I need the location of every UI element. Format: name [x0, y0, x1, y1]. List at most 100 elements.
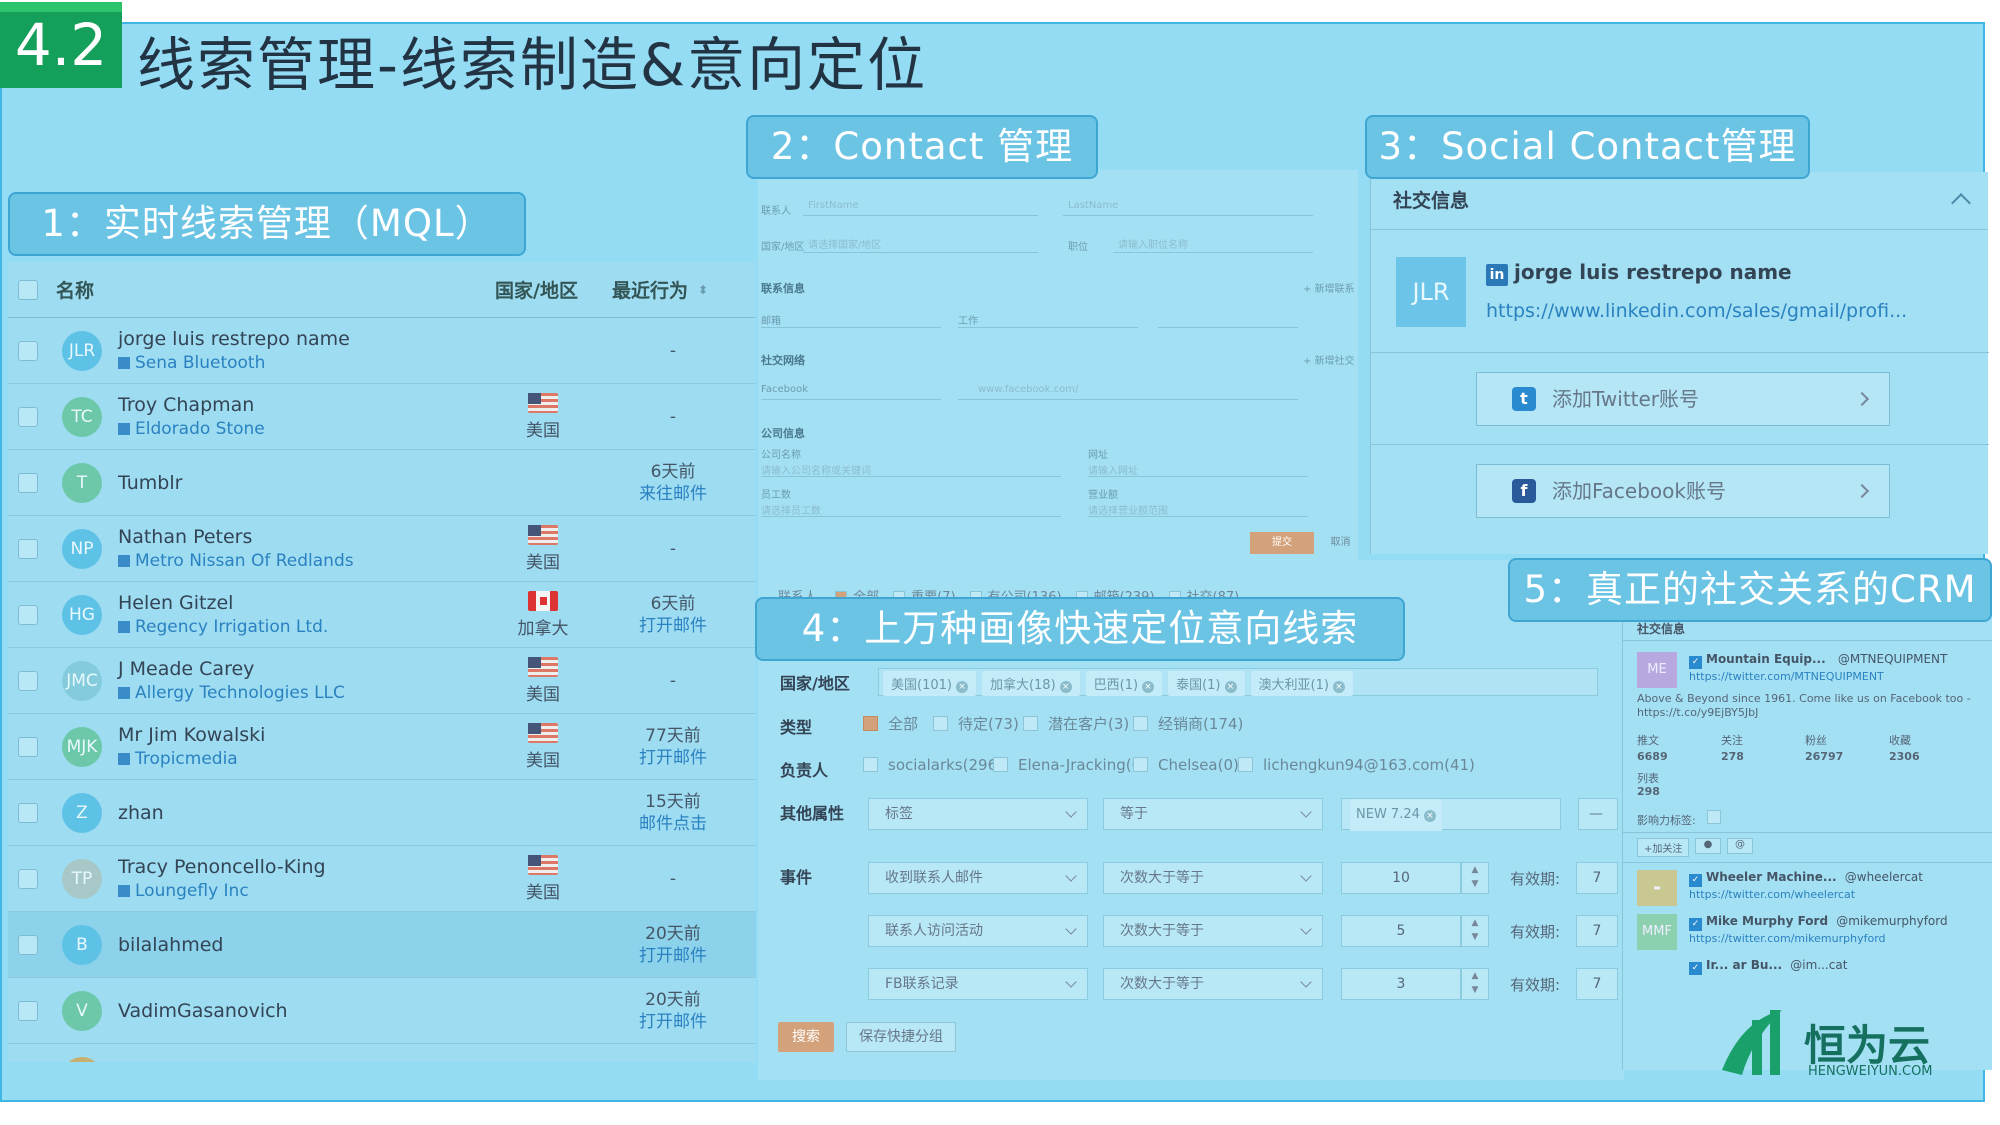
stepper-icon[interactable]: ▲ ▼	[1461, 915, 1489, 947]
event-type-select[interactable]: 收到联系人邮件	[868, 862, 1088, 894]
attr-field-select[interactable]: 标签	[868, 798, 1088, 830]
row-checkbox[interactable]	[18, 340, 38, 361]
valid-days-input[interactable]: 7	[1576, 862, 1618, 894]
row-checkbox[interactable]	[18, 868, 38, 889]
crm-account-3-url[interactable]: https://twitter.com/mikemurphyford	[1689, 932, 1886, 945]
save-group-button[interactable]: 保存快捷分组	[846, 1022, 956, 1052]
work-type-select[interactable]: 工作	[958, 312, 978, 327]
email-type-select[interactable]: 邮箱	[761, 312, 781, 327]
add-facebook-button[interactable]: f 添加Facebook账号	[1476, 464, 1890, 518]
follow-button[interactable]: +加关注	[1637, 838, 1690, 857]
table-row[interactable]: JMC J Meade Carey Allergy Technologies LL…	[8, 648, 756, 714]
action-type[interactable]: 打开邮件	[618, 945, 728, 967]
region-chip[interactable]: 巴西(1) ×	[1085, 671, 1163, 696]
row-checkbox[interactable]	[18, 670, 38, 691]
lead-name[interactable]: J Meade Carey	[118, 658, 345, 680]
collapse-icon[interactable]	[1951, 193, 1971, 213]
action-type[interactable]: 邮件点击	[618, 813, 728, 835]
table-row[interactable]: V VadimGasanovich 20天前 打开邮件	[8, 978, 756, 1044]
crm-account-2-url[interactable]: https://twitter.com/wheelercat	[1689, 888, 1855, 901]
add-social-button[interactable]: + 新增社交	[1303, 352, 1355, 367]
lead-name[interactable]: Tumblr	[118, 472, 182, 494]
remove-chip-icon[interactable]: ×	[1224, 681, 1237, 693]
add-contact-info-button[interactable]: + 新增联系	[1303, 280, 1355, 295]
search-button[interactable]: 搜索	[778, 1022, 834, 1052]
type-option[interactable]: 潜在客户(3)	[1023, 713, 1129, 734]
job-field[interactable]: 请输入职位名称	[1118, 236, 1188, 251]
lead-company[interactable]: Loungefly Inc	[118, 881, 326, 901]
owner-option[interactable]: Elena-Jracking(0)	[993, 756, 1147, 774]
action-type[interactable]: -	[618, 340, 728, 362]
row-checkbox[interactable]	[18, 1000, 38, 1021]
event-count-input[interactable]: 10	[1341, 862, 1461, 894]
row-checkbox[interactable]	[18, 406, 38, 427]
action-type[interactable]: -	[618, 406, 728, 428]
row-checkbox[interactable]	[18, 538, 38, 559]
mention-icon[interactable]: @	[1727, 838, 1753, 854]
sort-icon[interactable]: ⬍	[698, 283, 708, 297]
lead-company[interactable]: Regency Irrigation Ltd.	[118, 617, 328, 637]
lead-name[interactable]: Tracy Penoncello-King	[118, 856, 326, 878]
lead-name[interactable]: zhan	[118, 802, 164, 824]
table-row[interactable]: B bilalahmed 20天前 打开邮件	[8, 912, 756, 978]
submit-button[interactable]: 提交	[1250, 532, 1314, 554]
lead-name[interactable]: jorge luis restrepo name	[118, 328, 350, 350]
region-chip[interactable]: 澳大利亚(1) ×	[1250, 671, 1353, 696]
table-row[interactable]: TP Tracy Penoncello-King Loungefly Inc 美国 -	[8, 846, 756, 912]
action-type[interactable]: 打开邮件	[618, 747, 728, 769]
type-option[interactable]: 经销商(174)	[1133, 713, 1243, 734]
staff-select[interactable]: 请选择员工数	[761, 502, 821, 517]
row-checkbox[interactable]	[18, 934, 38, 955]
lead-company[interactable]: Metro Nissan Of Redlands	[118, 551, 354, 571]
table-row[interactable]: NP Nathan Peters Metro Nissan Of Redlands…	[8, 516, 756, 582]
linkedin-url-link[interactable]: https://www.linkedin.com/sales/gmail/pro…	[1486, 300, 1907, 322]
table-row[interactable]: Z zhan 15天前 邮件点击	[8, 780, 756, 846]
row-checkbox[interactable]	[18, 472, 38, 493]
row-checkbox[interactable]	[18, 802, 38, 823]
lead-name[interactable]: Mr Jim Kowalski	[118, 724, 265, 746]
lead-name[interactable]: VadimGasanovich	[118, 1000, 288, 1022]
type-option[interactable]: 待定(73)	[933, 713, 1019, 734]
row-checkbox[interactable]	[18, 604, 38, 625]
valid-days-input[interactable]: 7	[1576, 968, 1618, 1000]
lead-name[interactable]: bilalahmed	[118, 934, 223, 956]
lead-name[interactable]: Helen Gitzel	[118, 592, 328, 614]
crm-account-3[interactable]: ✓ Mike Murphy Ford @mikemurphyford	[1689, 914, 1948, 931]
lead-name[interactable]: Troy Chapman	[118, 394, 265, 416]
table-row[interactable]: JLR jorge luis restrepo name Sena Bluetoo…	[8, 318, 756, 384]
lead-company[interactable]: Sena Bluetooth	[118, 353, 350, 373]
crm-account-1[interactable]: ✓ Mountain Equip... @MTNEQUIPMENT	[1689, 652, 1947, 669]
remove-chip-icon[interactable]: ×	[1142, 681, 1155, 693]
table-row[interactable]: TC Troy Chapman Eldorado Stone 美国 -	[8, 384, 756, 450]
remove-attr-button[interactable]: —	[1578, 798, 1618, 830]
col-recent[interactable]: 最近行为	[612, 276, 688, 303]
influence-checkbox[interactable]	[1707, 810, 1721, 824]
region-filter[interactable]: 美国(101) × 加拿大(18) × 巴西(1) × 泰国(1) × 澳大利亚(1) ×	[878, 668, 1598, 696]
action-type[interactable]: 来往邮件	[618, 483, 728, 505]
facebook-url-field[interactable]: www.facebook.com/	[978, 384, 1078, 395]
cancel-button[interactable]: 取消	[1323, 532, 1358, 554]
social-type-select[interactable]: Facebook	[761, 384, 808, 395]
lead-company[interactable]: Tropicmedia	[118, 749, 265, 769]
first-name-field[interactable]: FirstName	[808, 200, 859, 211]
add-twitter-button[interactable]: t 添加Twitter账号	[1476, 372, 1890, 426]
select-all-checkbox[interactable]	[18, 279, 38, 300]
event-type-select[interactable]: FB联系记录	[868, 968, 1088, 1000]
row-checkbox[interactable]	[18, 736, 38, 757]
region-chip[interactable]: 加拿大(18) ×	[981, 671, 1080, 696]
lead-company[interactable]: Eldorado Stone	[118, 419, 265, 439]
website-field[interactable]: 请输入网址	[1088, 462, 1138, 477]
action-type[interactable]: 打开邮件	[618, 1011, 728, 1033]
table-row[interactable]: HG Helen Gitzel Regency Irrigation Ltd. 加拿…	[8, 582, 756, 648]
region-chip[interactable]: 泰国(1) ×	[1168, 671, 1245, 696]
type-option[interactable]: 全部	[863, 713, 918, 734]
region-chip[interactable]: 美国(101) ×	[883, 671, 976, 696]
remove-chip-icon[interactable]: ×	[1332, 681, 1345, 693]
event-op-select[interactable]: 次数大于等于	[1103, 862, 1323, 894]
table-row[interactable]: MJK Mr Jim Kowalski Tropicmedia 美国 77天前 打开邮件	[8, 714, 756, 780]
crm-account-2[interactable]: ✓ Wheeler Machine... @wheelercat	[1689, 870, 1923, 887]
action-type[interactable]: -	[618, 670, 728, 692]
stepper-icon[interactable]: ▲ ▼	[1461, 968, 1489, 1000]
region-select[interactable]: 请选择国家/地区	[808, 236, 881, 251]
stepper-icon[interactable]: ▲ ▼	[1461, 862, 1489, 894]
